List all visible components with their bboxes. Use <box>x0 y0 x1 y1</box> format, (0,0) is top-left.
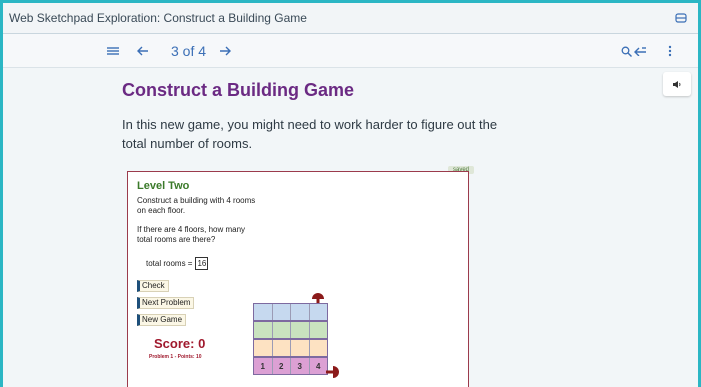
room-number: 4 <box>316 361 321 371</box>
total-rooms-label: total rooms = <box>146 259 193 268</box>
page-heading: Construct a Building Game <box>122 80 355 100</box>
window-title: Web Sketchpad Exploration: Construct a B… <box>9 11 307 25</box>
problem-points: Problem 1 - Points: 10 <box>149 354 202 360</box>
sketchpad-widget[interactable]: Level Two Construct a building with 4 ro… <box>127 171 469 387</box>
title-bar: Web Sketchpad Exploration: Construct a B… <box>3 3 698 34</box>
floor-2 <box>253 339 328 357</box>
total-rooms-row: total rooms = 16 <box>146 257 209 270</box>
menu-icon[interactable] <box>107 34 119 68</box>
add-room-handle[interactable] <box>326 365 342 379</box>
page-content: Construct a Building Game In this new ga… <box>3 68 698 387</box>
speaker-icon <box>673 80 681 88</box>
next-problem-button[interactable]: Next Problem <box>137 297 195 309</box>
navigation-bar: 3 of 4 <box>3 34 698 68</box>
more-options-icon[interactable] <box>668 34 672 68</box>
score-display: Score: 0 <box>154 336 206 351</box>
next-page-icon[interactable] <box>219 34 231 68</box>
floor-3 <box>253 321 328 339</box>
building: 1 2 3 4 <box>253 303 328 375</box>
instruction-text: Construct a building with 4 rooms on eac… <box>137 196 256 215</box>
total-rooms-input[interactable]: 16 <box>195 257 209 270</box>
room-number: 2 <box>273 358 291 374</box>
collapse-icon[interactable] <box>670 13 692 23</box>
app-window: Web Sketchpad Exploration: Construct a B… <box>3 3 698 387</box>
new-game-button[interactable]: New Game <box>137 314 187 326</box>
question-text: If there are 4 floors, how many total ro… <box>137 225 246 244</box>
floor-1: 1 2 3 4 <box>253 357 328 375</box>
search-icon[interactable] <box>621 34 632 68</box>
page-indicator: 3 of 4 <box>171 43 207 59</box>
previous-page-icon[interactable] <box>137 34 149 68</box>
floor-4 <box>253 303 328 321</box>
level-title: Level Two <box>137 180 190 192</box>
room-number: 3 <box>291 358 310 374</box>
back-icon[interactable] <box>633 34 647 68</box>
intro-paragraph: In this new game, you might need to work… <box>122 117 498 151</box>
audio-button[interactable] <box>663 72 691 96</box>
check-button[interactable]: Check <box>137 280 169 292</box>
room-number: 1 <box>254 358 273 374</box>
